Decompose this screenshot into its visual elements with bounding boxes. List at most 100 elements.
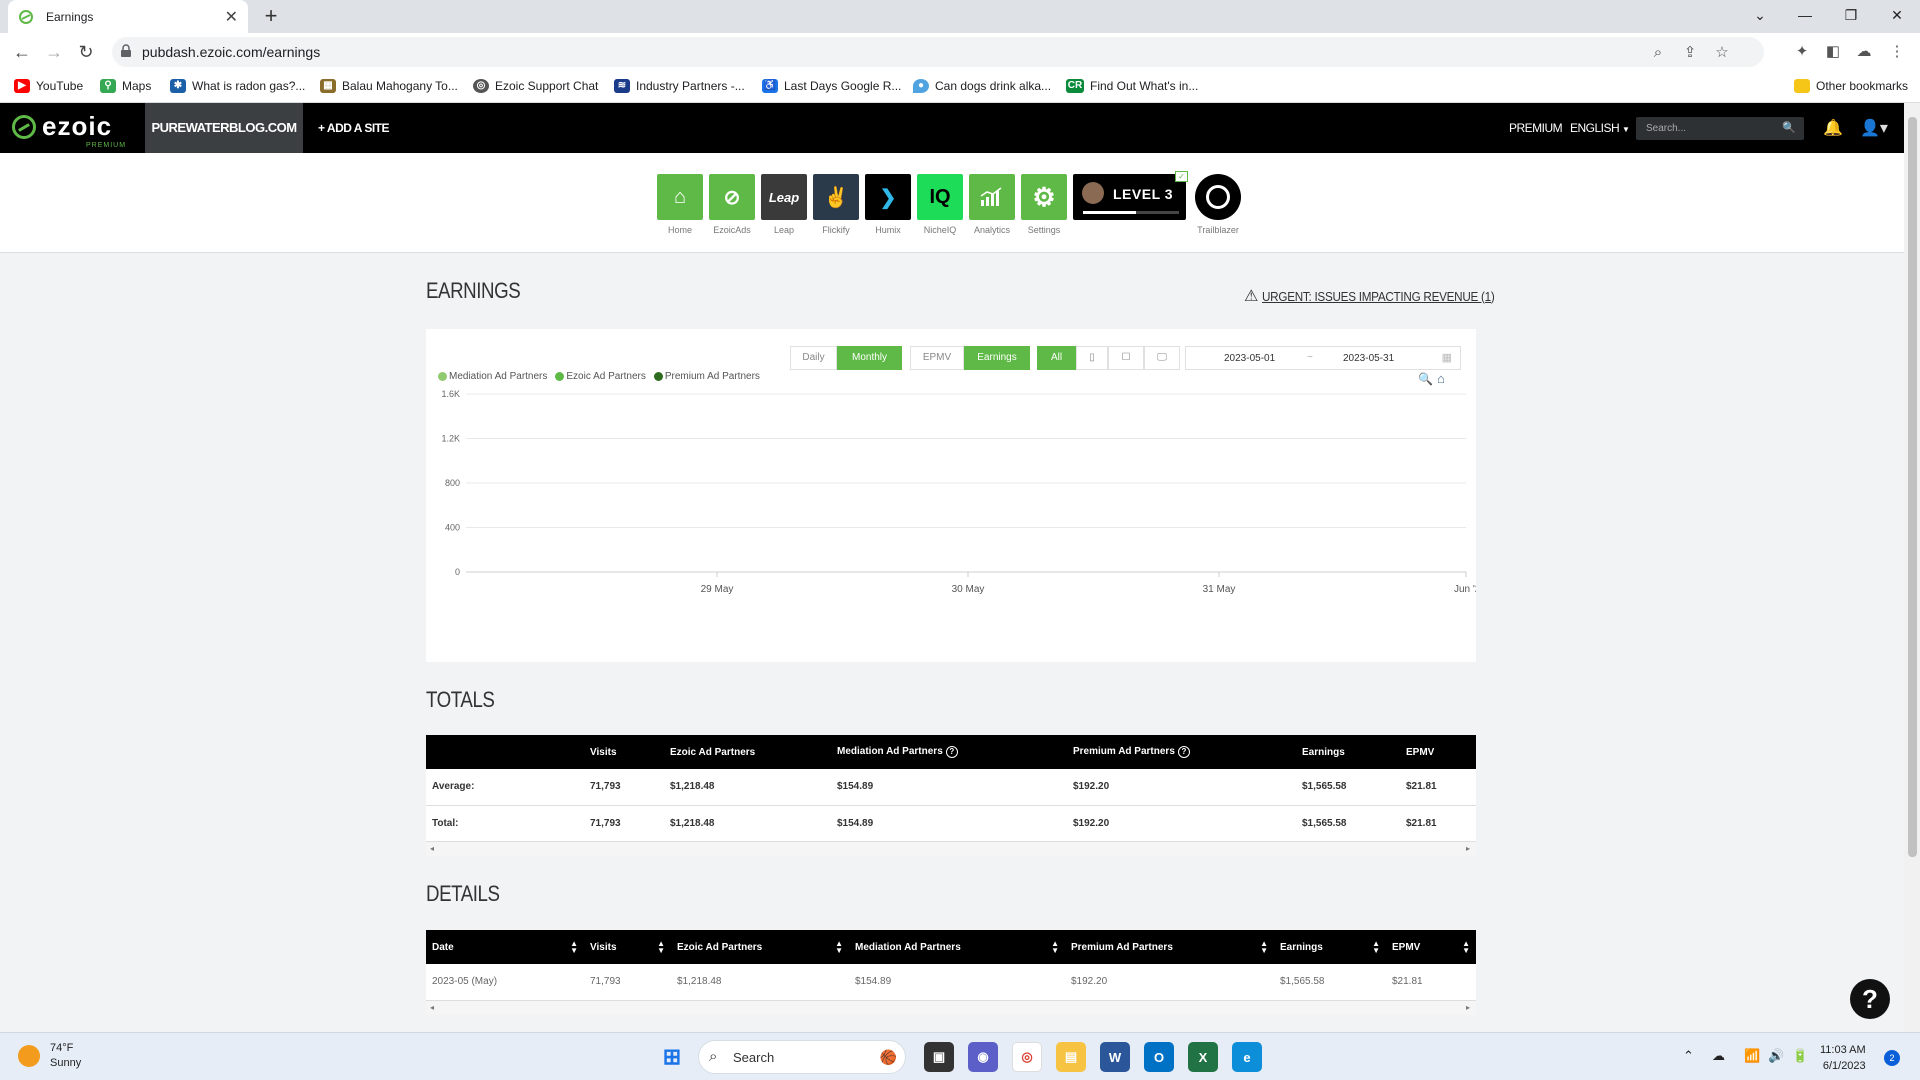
premium-link[interactable]: PREMIUM — [1509, 121, 1563, 135]
add-site-link[interactable]: + ADD A SITE — [318, 121, 390, 135]
details-col-premium[interactable]: Premium Ad Partners ▲ ▼ — [1065, 930, 1274, 964]
epmv-toggle[interactable]: EPMV — [910, 346, 964, 370]
weather-widget[interactable]: 74°F Sunny — [18, 1041, 81, 1071]
side-panel-icon[interactable]: ◧ — [1822, 41, 1844, 63]
desktop-device-icon[interactable]: 🖵 — [1144, 346, 1180, 370]
system-clock[interactable]: 11:03 AM 6/1/2023 — [1820, 1042, 1866, 1074]
device-all-toggle[interactable]: All — [1037, 346, 1076, 370]
totals-col-visits: Visits — [584, 735, 664, 769]
bookmark-youtube[interactable]: ▶ YouTube — [14, 79, 83, 93]
back-button[interactable]: ← — [8, 38, 36, 66]
bell-icon[interactable]: 🔔 — [1823, 118, 1843, 138]
word-icon[interactable]: W — [1100, 1042, 1130, 1072]
help-circle-icon[interactable]: ? — [1177, 746, 1190, 758]
bookmark-dogs[interactable]: ● Can dogs drink alka... — [913, 79, 1051, 93]
details-col-date[interactable]: Date ▲ ▼ — [426, 930, 584, 964]
bookmark-radon[interactable]: ✱ What is radon gas?... — [170, 79, 305, 93]
onedrive-icon[interactable]: ☁ — [1712, 1048, 1725, 1064]
battery-icon[interactable]: 🔋 — [1792, 1048, 1808, 1064]
minimize-button[interactable]: — — [1782, 0, 1828, 30]
app-humix[interactable]: ❯ Humix — [865, 174, 911, 235]
reload-button[interactable]: ↻ — [72, 38, 100, 66]
help-button[interactable]: ? — [1850, 979, 1890, 1019]
legend-item-premium[interactable]: Premium Ad Partners — [653, 371, 760, 382]
header-search-input[interactable]: Search... 🔍 — [1636, 117, 1804, 140]
scrollbar-thumb[interactable] — [1908, 117, 1917, 857]
volume-icon[interactable]: 🔊 — [1768, 1048, 1784, 1064]
app-nicheiq[interactable]: IQ NicheIQ — [917, 174, 963, 235]
y-tick-label: 800 — [445, 478, 460, 488]
earnings-toggle[interactable]: Earnings — [964, 346, 1030, 370]
restore-button[interactable]: ❐ — [1828, 0, 1874, 30]
app-flickify[interactable]: ✌ Flickify — [813, 174, 859, 235]
legend-item-mediation[interactable]: Mediation Ad Partners — [438, 371, 547, 382]
level-badge[interactable]: LEVEL 3 ✓ — [1073, 171, 1188, 220]
urgent-issues-link[interactable]: ⚠ URGENT: ISSUES IMPACTING REVENUE (1) — [1244, 286, 1521, 306]
bookmark-industry-partners[interactable]: ≋ Industry Partners -... — [614, 79, 745, 93]
user-menu-icon[interactable]: 👤▾ — [1860, 118, 1888, 138]
outlook-icon[interactable]: O — [1144, 1042, 1174, 1072]
ezoic-logo[interactable]: ezoic PREMIUM — [12, 111, 125, 149]
y-tick-label: 1.2K — [441, 434, 460, 444]
app-trailblazer[interactable]: Trailblazer — [1195, 174, 1241, 235]
chrome-icon[interactable]: ◎ — [1012, 1042, 1042, 1072]
date-range-picker[interactable]: 2023-05-01 ~ 2023-05-31 ▦ — [1185, 346, 1461, 370]
bookmark-star-icon[interactable]: ☆ — [1712, 43, 1732, 63]
details-col-earnings[interactable]: Earnings ▲ ▼ — [1274, 930, 1386, 964]
daily-toggle[interactable]: Daily — [790, 346, 837, 370]
bookmark-ezoic-support[interactable]: ◎ Ezoic Support Chat — [473, 79, 598, 93]
browser-tab-earnings[interactable]: Earnings ✕ — [8, 0, 248, 33]
tablet-device-icon[interactable]: ☐ — [1108, 346, 1144, 370]
details-col-epmv[interactable]: EPMV ▲ ▼ — [1386, 930, 1476, 964]
file-explorer-icon[interactable]: ▤ — [1056, 1042, 1086, 1072]
address-bar[interactable]: pubdash.ezoic.com/earnings ⌕ ⇪ ☆ — [112, 37, 1764, 67]
bookmark-find-out[interactable]: CR Find Out What's in... — [1066, 79, 1198, 93]
app-ezoicads[interactable]: ⊘ EzoicAds — [709, 174, 755, 235]
teams-chat-icon[interactable]: ◉ — [968, 1042, 998, 1072]
page-vertical-scrollbar[interactable] — [1904, 103, 1920, 1032]
extensions-icon[interactable]: ✦ — [1791, 41, 1813, 63]
totals-horizontal-scrollbar[interactable]: ◂ ▸ — [426, 841, 1476, 856]
tab-search-icon[interactable]: ⌄ — [1737, 0, 1783, 30]
app-leap[interactable]: Leap Leap — [761, 174, 807, 235]
app-settings[interactable]: ⚙ Settings — [1021, 174, 1067, 235]
zoom-icon[interactable]: ⌕ — [1648, 43, 1668, 63]
app-analytics[interactable]: Analytics — [969, 174, 1015, 235]
help-circle-icon[interactable]: ? — [945, 746, 958, 758]
task-view-icon[interactable]: ▣ — [924, 1042, 954, 1072]
menu-icon[interactable]: ⋮ — [1886, 41, 1908, 63]
bookmark-maps[interactable]: ⚲ Maps — [100, 79, 151, 93]
close-tab-icon[interactable]: ✕ — [225, 7, 238, 27]
sort-icon: ▲ ▼ — [570, 939, 578, 955]
ezoic-logo-icon — [12, 114, 36, 139]
details-col-visits[interactable]: Visits ▲ ▼ — [584, 930, 671, 964]
notification-badge[interactable]: 2 — [1884, 1050, 1900, 1066]
magnify-icon[interactable]: 🔍 — [1418, 372, 1433, 386]
details-col-ezoic[interactable]: Ezoic Ad Partners ▲ ▼ — [671, 930, 849, 964]
language-dropdown[interactable]: ENGLISH ▼ — [1570, 121, 1630, 135]
excel-icon[interactable]: X — [1188, 1042, 1218, 1072]
close-window-button[interactable]: ✕ — [1874, 0, 1920, 30]
mobile-device-icon[interactable]: ▯ — [1076, 346, 1108, 370]
table-row: Total: 71,793 $1,218.48 $154.89 $192.20 … — [426, 805, 1476, 842]
edge-icon[interactable]: e — [1232, 1042, 1262, 1072]
site-selector[interactable]: PUREWATERBLOG.COM — [145, 103, 303, 153]
app-home[interactable]: ⌂ Home — [657, 174, 703, 235]
bookmark-balau[interactable]: ▦ Balau Mahogany To... — [320, 79, 458, 93]
forward-button[interactable]: → — [40, 38, 68, 66]
monthly-toggle[interactable]: Monthly — [837, 346, 902, 370]
taskbar-search[interactable]: ⌕ Search 🏀 — [698, 1040, 906, 1074]
other-bookmarks[interactable]: Other bookmarks — [1794, 79, 1908, 93]
table-row[interactable]: 2023-05 (May) 71,793 $1,218.48 $154.89 $… — [426, 964, 1476, 1001]
windows-start-icon[interactable]: ⊞ — [657, 1042, 687, 1072]
share-icon[interactable]: ⇪ — [1680, 43, 1700, 63]
wifi-icon[interactable]: 📶 — [1744, 1048, 1760, 1064]
chevron-up-icon[interactable]: ⌃ — [1683, 1048, 1694, 1064]
reset-zoom-home-icon[interactable]: ⌂ — [1437, 371, 1445, 386]
bookmark-last-days[interactable]: ♿ Last Days Google R... — [762, 79, 901, 93]
details-horizontal-scrollbar[interactable]: ◂ ▸ — [426, 1000, 1476, 1015]
details-col-mediation[interactable]: Mediation Ad Partners ▲ ▼ — [849, 930, 1065, 964]
new-tab-button[interactable]: + — [258, 4, 284, 30]
legend-item-ezoic[interactable]: Ezoic Ad Partners — [555, 371, 646, 382]
profile-icon[interactable]: ☁ — [1853, 41, 1875, 63]
